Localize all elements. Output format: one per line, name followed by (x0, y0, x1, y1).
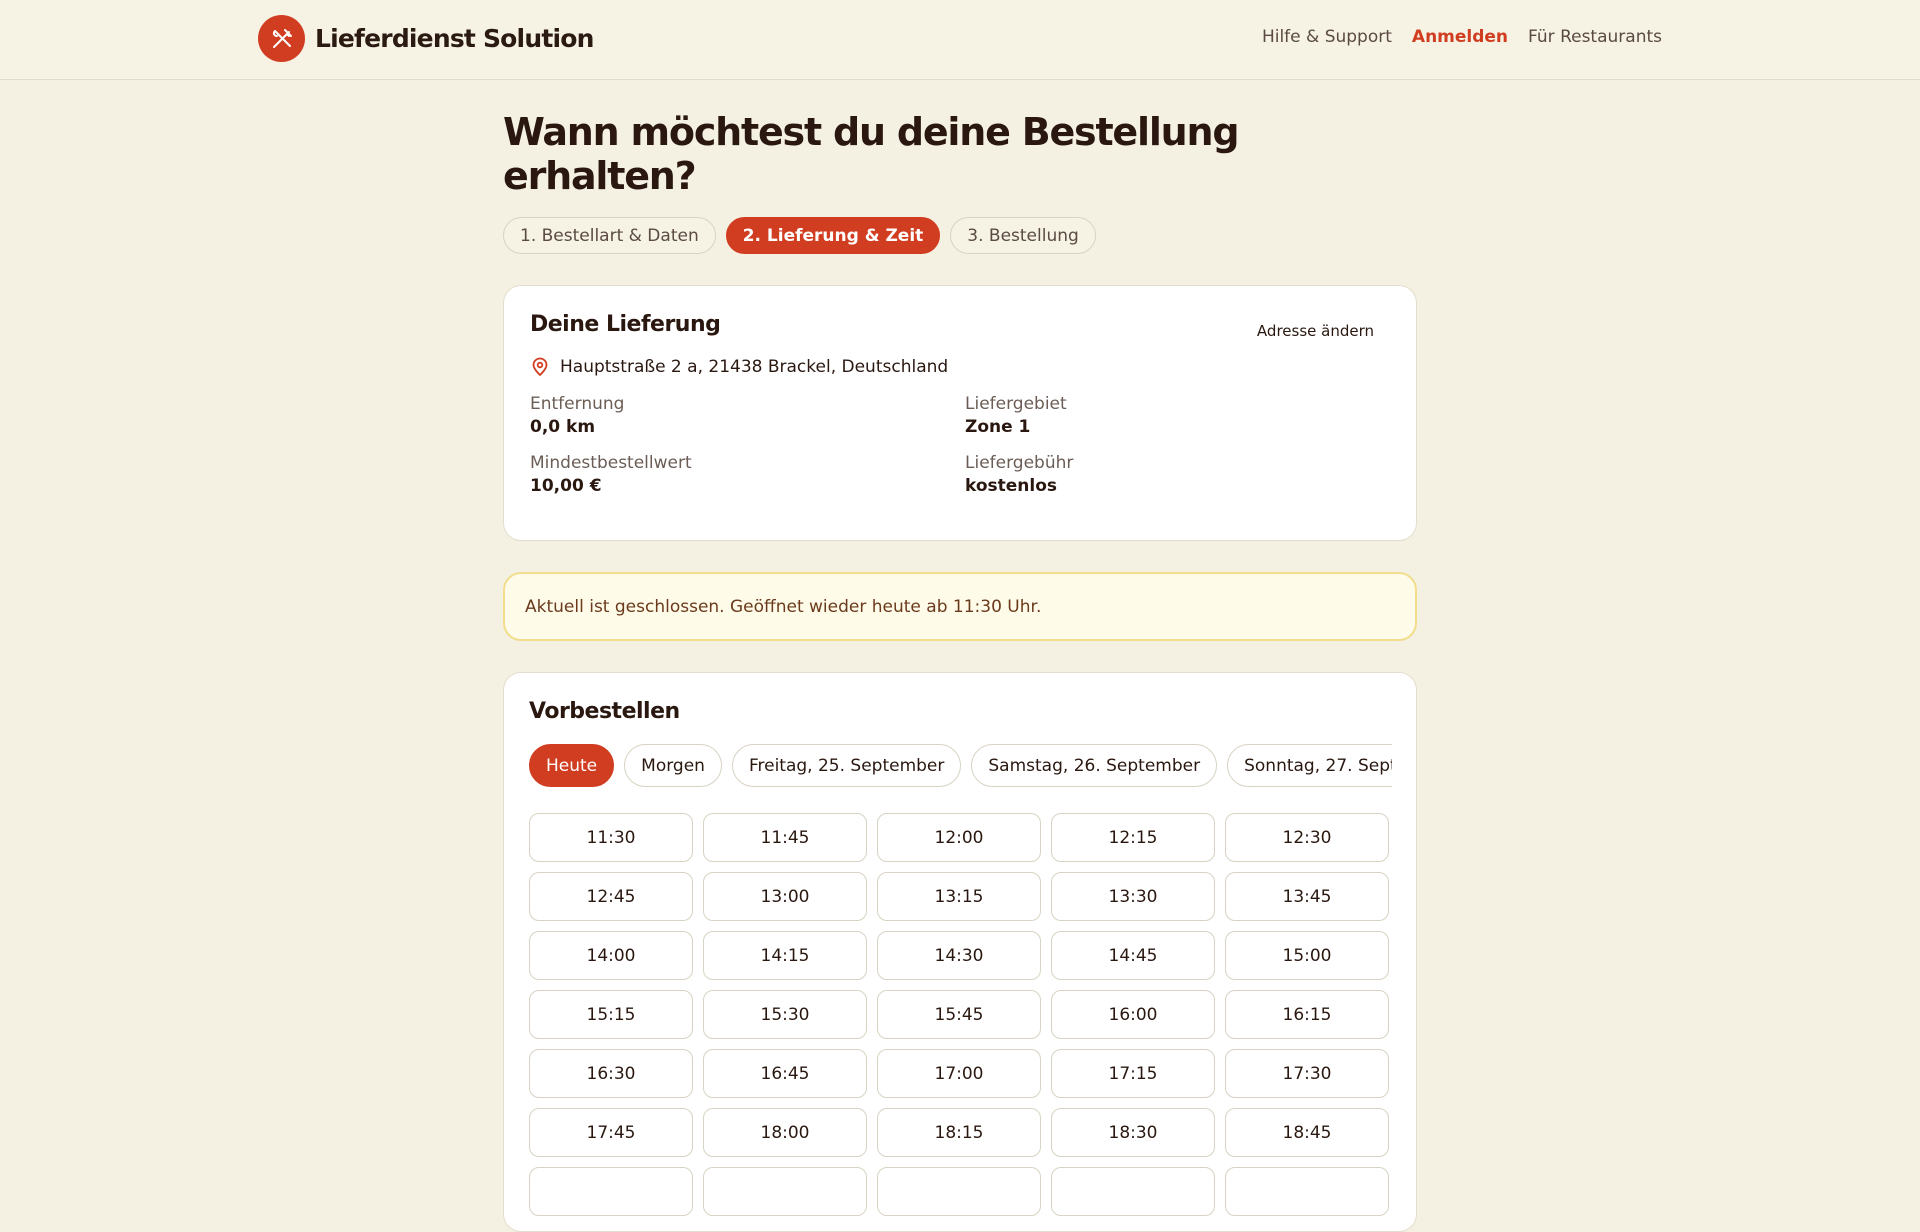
time-slot-grid: 11:30 11:45 12:00 12:15 12:30 12:45 13:0… (529, 813, 1391, 1216)
utensils-crossed-icon (258, 15, 305, 62)
info-liefergebiet: Liefergebiet Zone 1 (965, 394, 1390, 437)
info-value: kostenlos (965, 476, 1058, 496)
time-slot[interactable] (1051, 1167, 1215, 1216)
time-slot[interactable] (877, 1167, 1041, 1216)
info-mindestbestellwert: Mindestbestellwert 10,00 € (530, 453, 965, 496)
day-morgen[interactable]: Morgen (624, 744, 722, 787)
info-label: Mindestbestellwert (530, 453, 692, 473)
time-slot[interactable]: 17:45 (529, 1108, 693, 1157)
time-slot[interactable]: 11:30 (529, 813, 693, 862)
time-slot[interactable]: 15:45 (877, 990, 1041, 1039)
time-slot[interactable]: 17:00 (877, 1049, 1041, 1098)
map-pin-icon (532, 357, 548, 377)
time-slot[interactable]: 14:30 (877, 931, 1041, 980)
time-slot[interactable]: 15:15 (529, 990, 693, 1039)
brand[interactable]: Lieferdienst Solution (258, 15, 594, 62)
time-slot[interactable]: 12:30 (1225, 813, 1389, 862)
preorder-title: Vorbestellen (529, 699, 680, 724)
time-slot[interactable]: 17:15 (1051, 1049, 1215, 1098)
nav-fuer-restaurants[interactable]: Für Restaurants (1528, 27, 1662, 47)
time-slot[interactable] (703, 1167, 867, 1216)
day-heute[interactable]: Heute (529, 744, 615, 787)
day-freitag[interactable]: Freitag, 25. September (731, 744, 962, 787)
day-samstag[interactable]: Samstag, 26. September (971, 744, 1218, 787)
top-bar: Lieferdienst Solution Hilfe & Support An… (0, 0, 1920, 80)
time-slot[interactable]: 18:45 (1225, 1108, 1389, 1157)
time-slot[interactable]: 13:45 (1225, 872, 1389, 921)
change-address-link[interactable]: Adresse ändern (1257, 322, 1374, 340)
time-slot[interactable]: 17:30 (1225, 1049, 1389, 1098)
delivery-address: Hauptstraße 2 a, 21438 Brackel, Deutschl… (530, 357, 1390, 377)
time-slot[interactable]: 16:15 (1225, 990, 1389, 1039)
time-slot[interactable]: 14:00 (529, 931, 693, 980)
time-slot[interactable]: 13:00 (703, 872, 867, 921)
time-slot[interactable]: 16:45 (703, 1049, 867, 1098)
info-label: Liefergebiet (965, 394, 1067, 414)
nav-anmelden[interactable]: Anmelden (1412, 27, 1508, 47)
nav-hilfe-support[interactable]: Hilfe & Support (1262, 27, 1392, 47)
info-value: 0,0 km (530, 417, 596, 437)
time-slot[interactable]: 12:45 (529, 872, 693, 921)
preorder-card: Vorbestellen Heute Morgen Freitag, 25. S… (503, 672, 1417, 1232)
time-slot[interactable]: 18:30 (1051, 1108, 1215, 1157)
time-slot[interactable]: 14:15 (703, 931, 867, 980)
time-slot[interactable]: 11:45 (703, 813, 867, 862)
day-sonntag[interactable]: Sonntag, 27. September (1227, 744, 1392, 787)
time-slot[interactable] (529, 1167, 693, 1216)
step-bestellart[interactable]: 1. Bestellart & Daten (503, 217, 716, 254)
step-lieferung-zeit[interactable]: 2. Lieferung & Zeit (725, 217, 941, 254)
info-value: 10,00 € (530, 476, 602, 496)
checkout-steps: 1. Bestellart & Daten 2. Lieferung & Zei… (503, 217, 1417, 254)
time-slot[interactable]: 18:15 (877, 1108, 1041, 1157)
info-label: Liefergebühr (965, 453, 1074, 473)
delivery-info-grid: Entfernung 0,0 km Liefergebiet Zone 1 Mi… (530, 394, 1390, 496)
main-nav: Hilfe & Support Anmelden Für Restaurants (1262, 27, 1662, 47)
closed-notice: Aktuell ist geschlossen. Geöffnet wieder… (503, 572, 1417, 641)
time-slot[interactable] (1225, 1167, 1389, 1216)
day-selector: Heute Morgen Freitag, 25. September Sams… (529, 744, 1392, 787)
time-slot[interactable]: 13:15 (877, 872, 1041, 921)
page-title: Wann möchtest du deine Bestellung erhalt… (503, 110, 1240, 198)
info-value: Zone 1 (965, 417, 1031, 437)
time-slot[interactable]: 15:00 (1225, 931, 1389, 980)
info-label: Entfernung (530, 394, 625, 414)
time-slot[interactable]: 12:00 (877, 813, 1041, 862)
address-text: Hauptstraße 2 a, 21438 Brackel, Deutschl… (560, 357, 949, 377)
time-slot[interactable]: 12:15 (1051, 813, 1215, 862)
brand-name: Lieferdienst Solution (315, 24, 594, 53)
time-slot[interactable]: 14:45 (1051, 931, 1215, 980)
time-slot[interactable]: 16:00 (1051, 990, 1215, 1039)
time-slot[interactable]: 18:00 (703, 1108, 867, 1157)
time-slot[interactable]: 15:30 (703, 990, 867, 1039)
step-bestellung[interactable]: 3. Bestellung (950, 217, 1096, 254)
info-entfernung: Entfernung 0,0 km (530, 394, 965, 437)
time-slot[interactable]: 13:30 (1051, 872, 1215, 921)
info-liefergebuehr: Liefergebühr kostenlos (965, 453, 1390, 496)
time-slot[interactable]: 16:30 (529, 1049, 693, 1098)
delivery-card: Deine Lieferung Adresse ändern Hauptstra… (503, 285, 1417, 541)
main-content: Wann möchtest du deine Bestellung erhalt… (503, 80, 1417, 1232)
